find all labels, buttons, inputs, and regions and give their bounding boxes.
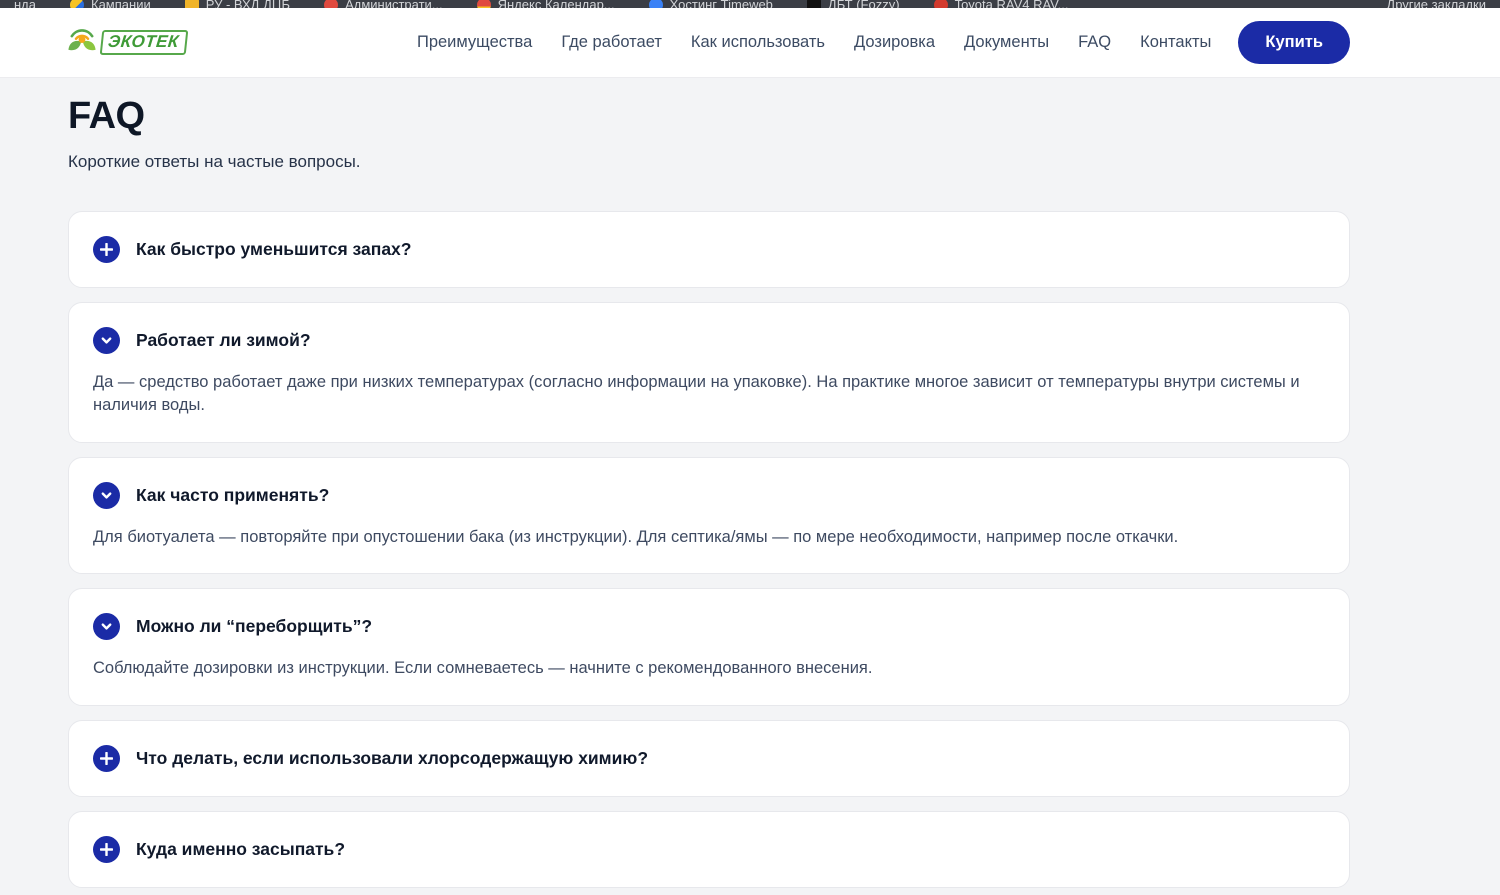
faq-question-toggle[interactable]: Как быстро уменьшится запах?: [93, 236, 1325, 263]
bookmark-item[interactable]: Кампании: [70, 0, 151, 8]
faq-item: Куда именно засыпать?: [68, 811, 1350, 888]
faq-question-toggle[interactable]: Работает ли зимой?: [93, 327, 1325, 354]
browser-bookmarks-bar: нда Кампании РУ - ВХД ДЦБ Администрати..…: [0, 0, 1500, 8]
other-bookmarks-label: Другие закладки: [1386, 0, 1486, 8]
red-favicon: [324, 0, 338, 8]
bookmark-item[interactable]: РУ - ВХД ДЦБ: [185, 0, 290, 8]
faq-item: Можно ли “переборщить”? Соблюдайте дозир…: [68, 588, 1350, 705]
yandex-calendar-favicon: [477, 0, 491, 8]
bookmark-label: Администрати...: [345, 0, 443, 8]
faq-question-toggle[interactable]: Как часто применять?: [93, 482, 1325, 509]
bookmark-item[interactable]: нда: [14, 0, 36, 8]
faq-item: Как быстро уменьшится запах?: [68, 211, 1350, 288]
nav-link-contacts[interactable]: Контакты: [1140, 33, 1211, 52]
page-title: FAQ: [68, 95, 1350, 138]
main-nav: Преимущества Где работает Как использова…: [417, 33, 1211, 52]
faq-answer-text: Соблюдайте дозировки из инструкции. Если…: [93, 657, 1325, 680]
other-bookmarks-button[interactable]: Другие закладки: [1386, 0, 1486, 8]
page-subtitle: Короткие ответы на частые вопросы.: [68, 152, 1350, 172]
faq-item: Что делать, если использовали хлорсодерж…: [68, 720, 1350, 797]
bookmarks-row: нда Кампании РУ - ВХД ДЦБ Администрати..…: [0, 0, 1500, 8]
faq-section: FAQ Короткие ответы на частые вопросы. К…: [0, 78, 1500, 895]
faq-question-text: Работает ли зимой?: [136, 330, 311, 351]
bookmark-label: нда: [14, 0, 36, 8]
logo[interactable]: ЭКОТЕК: [65, 26, 187, 60]
nav-link-faq[interactable]: FAQ: [1078, 33, 1111, 52]
bookmark-label: Toyota RAV4 RAV...: [955, 0, 1069, 8]
nav-link-where-works[interactable]: Где работает: [561, 33, 662, 52]
buy-button[interactable]: Купить: [1238, 21, 1350, 64]
faq-question-text: Что делать, если использовали хлорсодерж…: [136, 748, 648, 769]
faq-question-text: Куда именно засыпать?: [136, 839, 345, 860]
bookmark-label: ДБТ (Fozzy): [828, 0, 900, 8]
plus-icon: [93, 236, 120, 263]
faq-question-toggle[interactable]: Куда именно засыпать?: [93, 836, 1325, 863]
bookmark-item[interactable]: Яндекс Календар...: [477, 0, 615, 8]
nav-link-dosage[interactable]: Дозировка: [854, 33, 935, 52]
nav-link-advantages[interactable]: Преимущества: [417, 33, 532, 52]
yandex-direct-favicon: [70, 0, 84, 8]
faq-question-text: Можно ли “переборщить”?: [136, 616, 372, 637]
chevron-down-icon: [93, 482, 120, 509]
faq-question-text: Как быстро уменьшится запах?: [136, 239, 411, 260]
plus-icon: [93, 745, 120, 772]
bookmark-item[interactable]: Администрати...: [324, 0, 443, 8]
bookmark-item[interactable]: ДБТ (Fozzy): [807, 0, 900, 8]
faq-answer-text: Для биотуалета — повторяйте при опустоше…: [93, 526, 1325, 549]
black-favicon: [807, 0, 821, 8]
plus-icon: [93, 836, 120, 863]
chevron-down-icon: [93, 613, 120, 640]
faq-question-text: Как часто применять?: [136, 485, 329, 506]
bookmark-label: Хостинг Timeweb: [670, 0, 773, 8]
faq-item: Работает ли зимой? Да — средство работае…: [68, 302, 1350, 443]
site-header: ЭКОТЕК Преимущества Где работает Как исп…: [0, 8, 1500, 78]
ecotek-logo-emblem: [65, 26, 99, 60]
faq-answer-text: Да — средство работает даже при низких т…: [93, 371, 1325, 418]
nav-link-how-to-use[interactable]: Как использовать: [691, 33, 825, 52]
logo-wordmark: ЭКОТЕК: [100, 30, 188, 55]
toyota-favicon: [934, 0, 948, 8]
bookmark-item[interactable]: Toyota RAV4 RAV...: [934, 0, 1069, 8]
folder-icon: [185, 0, 199, 8]
bookmark-label: Кампании: [91, 0, 151, 8]
bookmark-label: Яндекс Календар...: [498, 0, 615, 8]
faq-item: Как часто применять? Для биотуалета — по…: [68, 457, 1350, 574]
nav-link-documents[interactable]: Документы: [964, 33, 1049, 52]
bookmark-label: РУ - ВХД ДЦБ: [206, 0, 290, 8]
chevron-down-icon: [93, 327, 120, 354]
faq-question-toggle[interactable]: Можно ли “переборщить”?: [93, 613, 1325, 640]
bookmark-item[interactable]: Хостинг Timeweb: [649, 0, 773, 8]
timeweb-favicon: [649, 0, 663, 8]
faq-question-toggle[interactable]: Что делать, если использовали хлорсодерж…: [93, 745, 1325, 772]
